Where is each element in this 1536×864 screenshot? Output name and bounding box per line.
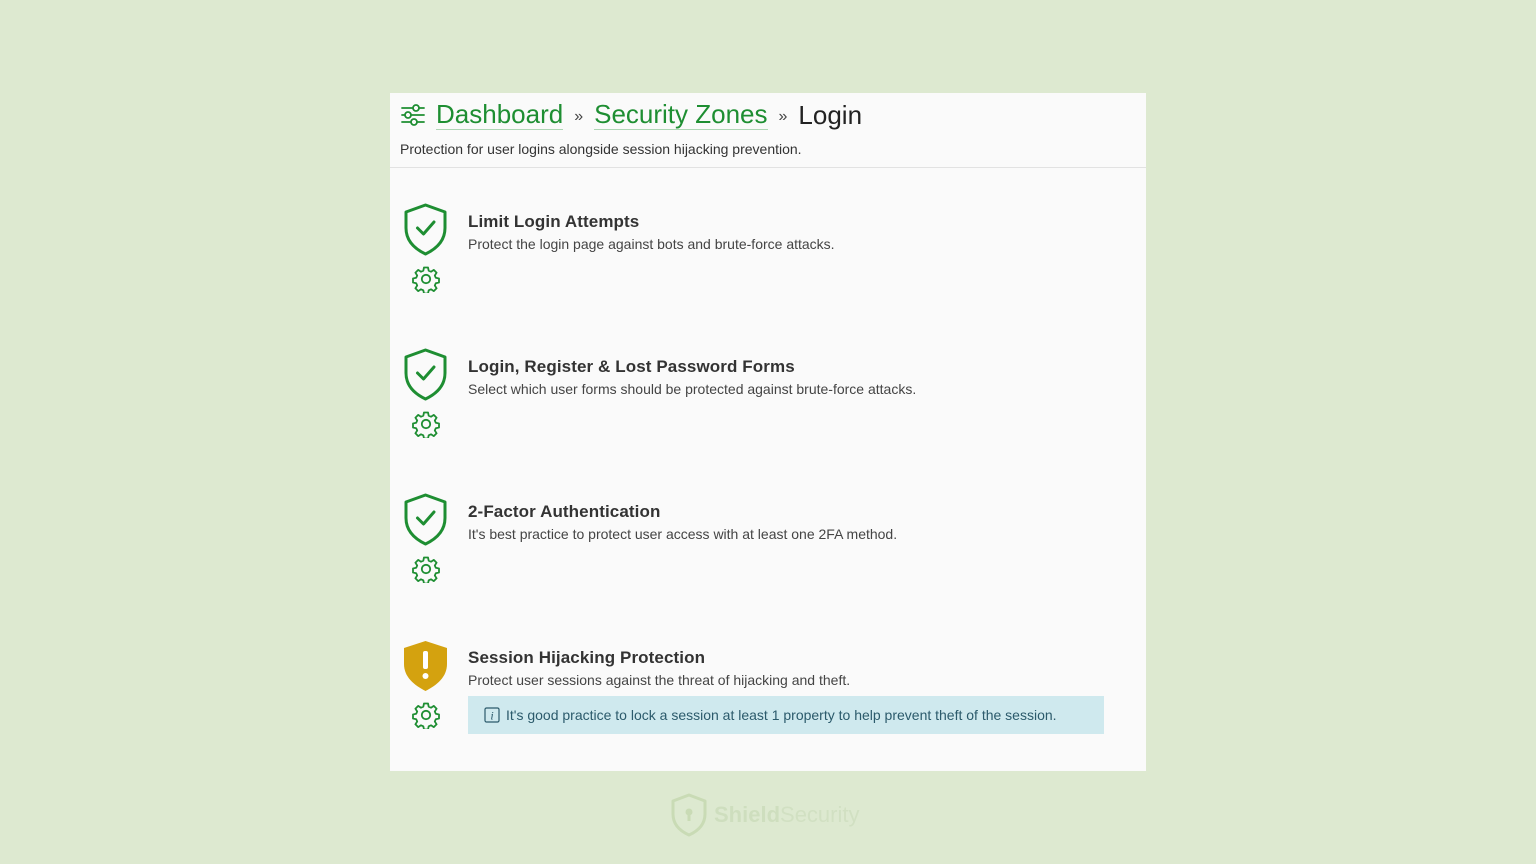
shield-security-logo: ShieldSecurity <box>670 792 860 838</box>
breadcrumb-separator: » <box>574 108 584 125</box>
brand-name-bold: Shield <box>714 802 781 827</box>
breadcrumb-separator: » <box>778 108 788 125</box>
zone-title[interactable]: Login, Register & Lost Password Forms <box>468 357 795 377</box>
zone-item-2fa: 2-Factor Authentication It's best practi… <box>390 492 1146 632</box>
zone-item-session-hijacking: Session Hijacking Protection Protect use… <box>390 638 1146 778</box>
breadcrumb-dashboard-link[interactable]: Dashboard <box>436 100 564 130</box>
zone-item-login-forms: Login, Register & Lost Password Forms Se… <box>390 347 1146 487</box>
brand-name: ShieldSecurity <box>714 802 860 828</box>
zone-item-limit-login-attempts: Limit Login Attempts Protect the login p… <box>390 202 1146 342</box>
info-icon: i <box>484 707 500 723</box>
page-subtitle: Protection for user logins alongside ses… <box>400 141 802 157</box>
svg-text:i: i <box>490 709 493 723</box>
zone-description: It's best practice to protect user acces… <box>468 526 898 542</box>
gear-icon[interactable] <box>412 265 440 295</box>
shield-check-icon <box>402 347 449 401</box>
sliders-icon[interactable] <box>400 103 426 127</box>
zone-description: Protect the login page against bots and … <box>468 236 835 252</box>
gear-icon[interactable] <box>412 555 440 585</box>
breadcrumb-security-zones-link[interactable]: Security Zones <box>594 100 768 130</box>
breadcrumb-current-page: Login <box>798 100 863 130</box>
info-notice: i It's good practice to lock a session a… <box>468 696 1104 734</box>
zone-title[interactable]: 2-Factor Authentication <box>468 502 660 522</box>
info-notice-text: It's good practice to lock a session at … <box>506 707 1057 723</box>
zone-title[interactable]: Limit Login Attempts <box>468 212 639 232</box>
gear-icon[interactable] <box>412 410 440 440</box>
zone-description: Select which user forms should be protec… <box>468 381 917 397</box>
gear-icon[interactable] <box>412 701 440 731</box>
zone-description: Protect user sessions against the threat… <box>468 672 851 688</box>
breadcrumb: Dashboard » Security Zones » Login <box>400 99 1136 131</box>
zone-title[interactable]: Session Hijacking Protection <box>468 648 705 668</box>
security-zone-panel: Dashboard » Security Zones » Login Prote… <box>390 93 1146 771</box>
shield-logo-icon <box>670 793 708 837</box>
shield-check-icon <box>402 202 449 256</box>
brand-name-regular: Security <box>780 802 860 827</box>
shield-check-icon <box>402 492 449 546</box>
shield-warning-icon <box>402 638 449 692</box>
panel-header: Dashboard » Security Zones » Login Prote… <box>390 93 1146 168</box>
